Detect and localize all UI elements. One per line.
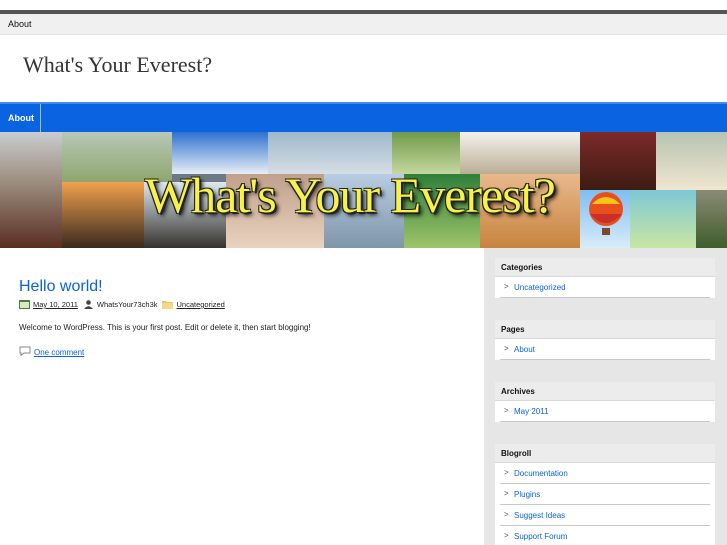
post-author: WhatsYour73ch3k: [96, 300, 158, 309]
widget-pages: Pages > About: [495, 320, 715, 360]
banner-photo: [656, 132, 727, 190]
list-item: > Suggest Ideas: [500, 505, 710, 526]
list-item: > Documentation: [500, 463, 710, 484]
user-icon: [83, 300, 94, 309]
chevron-right-icon: >: [504, 489, 509, 498]
comment-icon: [19, 346, 31, 358]
widget-heading: Blogroll: [495, 444, 715, 463]
top-nav: About: [0, 14, 727, 35]
calendar-icon: [19, 300, 30, 309]
banner-photo: [696, 190, 727, 248]
banner-photo: [0, 132, 62, 248]
chevron-right-icon: >: [504, 531, 509, 540]
chevron-right-icon: >: [504, 344, 509, 353]
widget-heading: Pages: [495, 320, 715, 339]
sidebar-link[interactable]: Uncategorized: [514, 283, 566, 292]
widget-archives: Archives > May 2011: [495, 382, 715, 422]
list-item: > Uncategorized: [500, 277, 710, 298]
post-title[interactable]: Hello world!: [19, 278, 103, 296]
widget-heading: Archives: [495, 382, 715, 401]
banner-photo: [62, 182, 144, 248]
comments-link[interactable]: One comment: [34, 348, 84, 357]
folder-icon: [162, 300, 174, 309]
sidebar-link[interactable]: Plugins: [514, 490, 540, 499]
post-comments: One comment: [19, 346, 84, 358]
sidebar-link[interactable]: Documentation: [514, 469, 568, 478]
menu-item-about-label: About: [8, 113, 34, 123]
sidebar-link[interactable]: Suggest Ideas: [514, 511, 565, 520]
sidebar-link[interactable]: Support Forum: [514, 532, 567, 541]
main-menu: About: [0, 102, 727, 132]
banner-photo: [580, 132, 656, 190]
chevron-right-icon: >: [504, 468, 509, 477]
sidebar-link[interactable]: May 2011: [514, 407, 549, 416]
chevron-right-icon: >: [504, 510, 509, 519]
chevron-right-icon: >: [504, 406, 509, 415]
widget-categories: Categories > Uncategorized: [495, 258, 715, 298]
banner-title: What's Your Everest?: [145, 167, 556, 223]
post-category-link[interactable]: Uncategorized: [176, 300, 224, 309]
list-item: > About: [500, 339, 710, 360]
post-date-link[interactable]: May 10, 2011: [33, 300, 78, 309]
post-meta: May 10, 2011 WhatsYour73ch3k Uncategoriz…: [19, 300, 230, 309]
menu-item-about[interactable]: About: [0, 104, 41, 132]
hot-air-balloon-icon: [586, 192, 626, 238]
list-item: > Support Forum: [500, 526, 710, 545]
widget-heading: Categories: [495, 258, 715, 277]
sidebar-link[interactable]: About: [514, 345, 535, 354]
list-item: > Plugins: [500, 484, 710, 505]
top-nav-about-link[interactable]: About: [8, 19, 32, 29]
post-body: Welcome to WordPress. This is your first…: [19, 323, 311, 332]
list-item: > May 2011: [500, 401, 710, 422]
banner-photo: [630, 190, 696, 248]
site-title[interactable]: What's Your Everest?: [23, 52, 212, 78]
chevron-right-icon: >: [504, 282, 509, 291]
widget-blogroll: Blogroll > Documentation > Plugins > Sugges…: [495, 444, 715, 545]
header-banner: What's Your Everest?: [0, 132, 727, 248]
